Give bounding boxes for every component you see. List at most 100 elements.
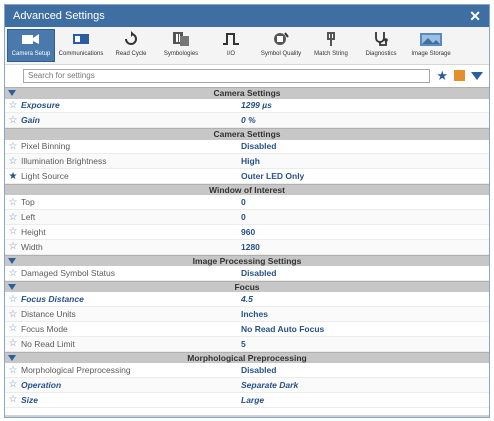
star-filled-icon[interactable]: ★ xyxy=(5,171,21,182)
communications-icon xyxy=(69,30,93,48)
toolbar-symbologies[interactable]: Symbologies xyxy=(157,29,205,62)
setting-row-damaged-symbol-status[interactable]: ☆ Damaged Symbol Status Disabled xyxy=(5,266,489,281)
toolbar-image-storage[interactable]: Image Storage xyxy=(407,29,455,62)
toolbar-io[interactable]: I/O xyxy=(207,29,255,62)
setting-row-morphological-preprocessing[interactable]: ☆ Morphological Preprocessing Disabled xyxy=(5,363,489,378)
collapse-triangle-icon[interactable] xyxy=(471,71,483,80)
star-outline-icon[interactable]: ☆ xyxy=(5,197,21,208)
diagnostics-icon xyxy=(369,30,393,48)
section-rows: ☆ Damaged Symbol Status Disabled xyxy=(5,266,489,281)
setting-row-left[interactable]: ☆ Left 0 xyxy=(5,210,489,226)
collapse-arrow-icon[interactable] xyxy=(8,283,16,290)
section-rows: ☆ Top 0 ☆ Left 0 ☆ Height 960 ☆ Width 12… xyxy=(5,195,489,255)
toolbar-communications[interactable]: Communications xyxy=(57,29,105,62)
section-header-window-of-interest[interactable]: Window of Interest xyxy=(5,183,489,196)
toolbar-label: Diagnostics xyxy=(365,51,397,57)
setting-row-width[interactable]: ☆ Width 1280 xyxy=(5,239,489,255)
star-outline-icon[interactable]: ☆ xyxy=(5,141,21,152)
symbol-quality-icon xyxy=(269,30,293,48)
star-outline-icon[interactable]: ☆ xyxy=(5,394,21,405)
orange-square-icon[interactable] xyxy=(454,70,465,81)
setting-value[interactable]: 0 xyxy=(241,212,246,222)
star-outline-icon[interactable]: ☆ xyxy=(5,241,21,252)
toolbar-label: I/O xyxy=(226,51,235,57)
section-header-camera-settings[interactable]: Camera Settings xyxy=(5,87,489,99)
setting-value[interactable]: Disabled xyxy=(241,268,276,278)
setting-value[interactable]: Outer LED Only xyxy=(241,171,304,181)
section-rows: ☆ Pixel Binning Disabled ☆ Illumination … xyxy=(5,140,489,184)
setting-value[interactable]: 5 xyxy=(241,339,246,349)
section-rows: ☆ Exposure 1299 µs ☆ Gain 0 % xyxy=(5,99,489,129)
setting-row-focus-mode[interactable]: ☆ Focus Mode No Read Auto Focus xyxy=(5,322,489,337)
setting-row-light-source[interactable]: ★ Light Source Outer LED Only xyxy=(5,169,489,184)
section-rows: ☆ Morphological Preprocessing Disabled ☆… xyxy=(5,363,489,408)
setting-value[interactable]: Disabled xyxy=(241,365,276,375)
toolbar-label: Communications xyxy=(58,51,104,57)
toolbar-match-string[interactable]: Match String xyxy=(307,29,355,62)
setting-row-exposure[interactable]: ☆ Exposure 1299 µs xyxy=(5,99,489,114)
horizontal-scrollbar[interactable] xyxy=(5,415,489,417)
setting-value[interactable]: 1299 µs xyxy=(241,100,272,110)
section-header-camera-settings-2[interactable]: Camera Settings xyxy=(5,128,489,140)
setting-value[interactable]: No Read Auto Focus xyxy=(241,324,324,334)
setting-name: Morphological Preprocessing xyxy=(21,365,131,376)
toolbar-symbol-quality[interactable]: Symbol Quality xyxy=(257,29,305,62)
star-outline-icon[interactable]: ☆ xyxy=(5,323,21,334)
setting-row-illumination-brightness[interactable]: ☆ Illumination Brightness High xyxy=(5,154,489,170)
section-rows: ☆ Focus Distance 4.5 ☆ Distance Units In… xyxy=(5,292,489,352)
favorites-star-icon[interactable]: ★ xyxy=(436,69,448,82)
setting-value[interactable]: High xyxy=(241,156,260,166)
section-header-focus[interactable]: Focus xyxy=(5,280,489,293)
collapse-arrow-icon[interactable] xyxy=(8,354,16,361)
collapse-arrow-icon[interactable] xyxy=(8,90,16,96)
collapse-arrow-icon[interactable] xyxy=(8,257,16,264)
setting-row-size[interactable]: ☆ Size Large xyxy=(5,393,489,408)
setting-row-pixel-binning[interactable]: ☆ Pixel Binning Disabled xyxy=(5,140,489,155)
setting-name: Top xyxy=(21,197,35,208)
setting-value[interactable]: Disabled xyxy=(241,141,276,151)
toolbar-label: Symbol Quality xyxy=(260,51,302,57)
close-icon[interactable]: ✕ xyxy=(469,8,481,25)
setting-row-focus-distance[interactable]: ☆ Focus Distance 4.5 xyxy=(5,292,489,308)
setting-row-no-read-limit[interactable]: ☆ No Read Limit 5 xyxy=(5,336,489,352)
setting-value[interactable]: 4.5 xyxy=(241,294,253,304)
camera-icon xyxy=(19,30,43,48)
search-input[interactable]: Search for settings xyxy=(23,68,431,83)
star-outline-icon[interactable]: ☆ xyxy=(5,212,21,223)
read-cycle-icon xyxy=(119,30,143,48)
setting-value[interactable]: Inches xyxy=(241,309,268,319)
setting-row-height[interactable]: ☆ Height 960 xyxy=(5,225,489,240)
setting-name: Height xyxy=(21,226,46,237)
setting-row-operation[interactable]: ☆ Operation Separate Dark xyxy=(5,377,489,393)
symbologies-icon xyxy=(169,30,193,48)
setting-name: Width xyxy=(21,241,43,252)
star-outline-icon[interactable]: ☆ xyxy=(5,268,21,279)
setting-value[interactable]: 1280 xyxy=(241,242,260,252)
section-header-image-processing[interactable]: Image Processing Settings xyxy=(5,254,489,267)
section-header-morphological-preprocessing[interactable]: Morphological Preprocessing xyxy=(5,351,489,364)
star-outline-icon[interactable]: ☆ xyxy=(5,115,21,126)
star-outline-icon[interactable]: ☆ xyxy=(5,294,21,305)
star-outline-icon[interactable]: ☆ xyxy=(5,156,21,167)
setting-value[interactable]: 0 xyxy=(241,197,246,207)
setting-row-top[interactable]: ☆ Top 0 xyxy=(5,195,489,211)
setting-value[interactable]: Separate Dark xyxy=(241,380,298,390)
toolbar-camera-setup[interactable]: Camera Setup xyxy=(7,29,55,62)
toolbar-label: Image Storage xyxy=(411,51,451,57)
toolbar-diagnostics[interactable]: Diagnostics xyxy=(357,29,405,62)
star-outline-icon[interactable]: ☆ xyxy=(5,379,21,390)
star-outline-icon[interactable]: ☆ xyxy=(5,100,21,111)
category-toolbar: Camera Setup Communications Read Cycle S… xyxy=(5,27,489,65)
setting-name: Size xyxy=(21,394,39,405)
star-outline-icon[interactable]: ☆ xyxy=(5,365,21,376)
setting-row-gain[interactable]: ☆ Gain 0 % xyxy=(5,113,489,129)
setting-value[interactable]: 960 xyxy=(241,227,255,237)
star-outline-icon[interactable]: ☆ xyxy=(5,309,21,320)
star-outline-icon[interactable]: ☆ xyxy=(5,226,21,237)
image-storage-icon xyxy=(419,30,443,48)
star-outline-icon[interactable]: ☆ xyxy=(5,338,21,349)
setting-value[interactable]: 0 % xyxy=(241,115,256,125)
setting-value[interactable]: Large xyxy=(241,395,264,405)
setting-row-distance-units[interactable]: ☆ Distance Units Inches xyxy=(5,307,489,323)
toolbar-read-cycle[interactable]: Read Cycle xyxy=(107,29,155,62)
